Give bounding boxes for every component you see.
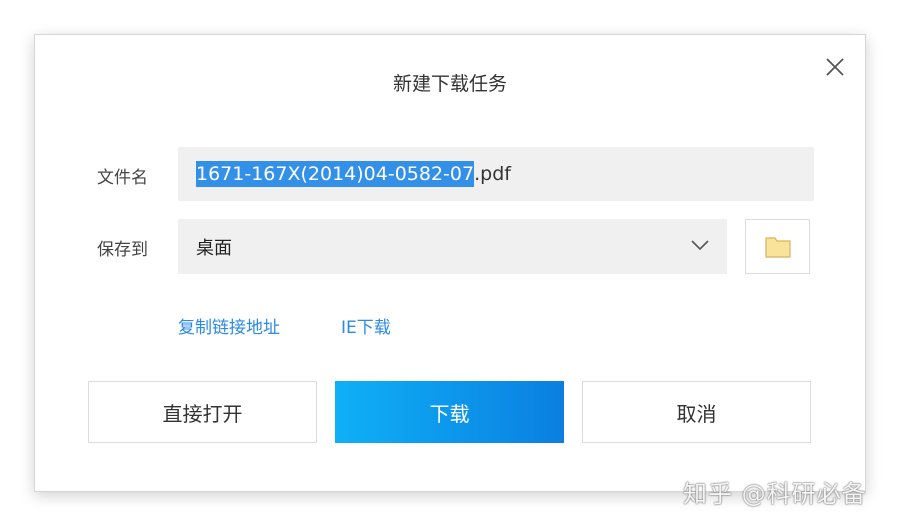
save-location-dropdown[interactable]: 桌面 xyxy=(178,219,727,274)
copy-link-address-link[interactable]: 复制链接地址 xyxy=(178,313,280,338)
new-download-dialog: 新建下载任务 文件名 1671-167X(2014)04-0582-07 .pdf… xyxy=(34,34,866,492)
save-to-label: 保存到 xyxy=(97,240,148,260)
close-icon[interactable] xyxy=(822,54,848,80)
download-button[interactable]: 下载 xyxy=(335,381,564,443)
browse-folder-button[interactable] xyxy=(745,219,810,274)
dialog-title: 新建下载任务 xyxy=(392,73,507,95)
filename-input[interactable]: 1671-167X(2014)04-0582-07 .pdf xyxy=(178,147,814,201)
ie-download-link[interactable]: IE下载 xyxy=(341,313,391,338)
filename-extension: .pdf xyxy=(474,163,511,185)
chevron-down-icon xyxy=(691,240,709,251)
filename-label: 文件名 xyxy=(97,168,148,188)
open-directly-button[interactable]: 直接打开 xyxy=(88,381,317,443)
filename-selected-text: 1671-167X(2014)04-0582-07 xyxy=(196,161,475,187)
save-location-value: 桌面 xyxy=(196,237,232,259)
folder-icon xyxy=(764,236,791,258)
watermark: 知乎 @科研必备 xyxy=(683,480,867,508)
cancel-button[interactable]: 取消 xyxy=(582,381,811,443)
